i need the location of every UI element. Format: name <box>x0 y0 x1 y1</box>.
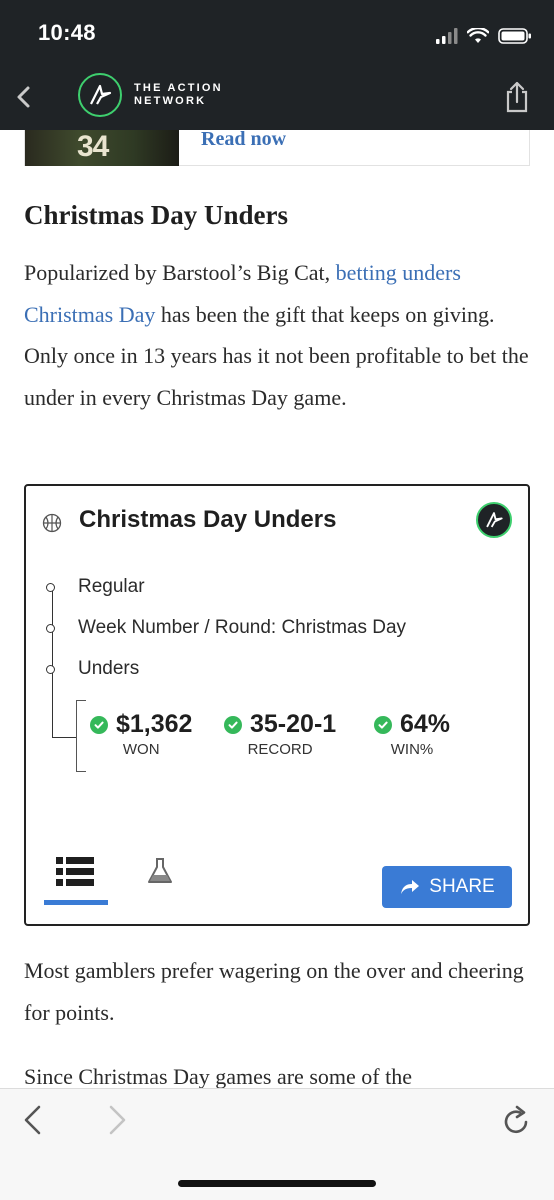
flask-icon[interactable] <box>146 856 174 886</box>
filter-node <box>46 624 55 633</box>
stat-value: $1,362 <box>116 710 193 738</box>
article-paragraph-3: Since Christmas Day games are some of th… <box>24 1064 412 1088</box>
card-title: Christmas Day Unders <box>79 506 337 533</box>
list-icon[interactable] <box>54 854 96 890</box>
share-button-label: SHARE <box>429 876 495 897</box>
action-network-logo <box>78 73 122 117</box>
active-tab-indicator <box>44 900 108 905</box>
stat-label: RECORD <box>247 741 313 758</box>
brand-line-1: THE ACTION <box>134 82 223 94</box>
related-article-card[interactable]: 34 Read now <box>24 130 530 166</box>
brand[interactable]: THE ACTION NETWORK <box>78 73 223 117</box>
stat-label: WON <box>122 741 160 758</box>
filter-node <box>46 665 55 674</box>
article-paragraph-1: Popularized by Barstool’s Big Cat, betti… <box>24 252 530 418</box>
stat-won: $1,362 WON <box>90 710 192 758</box>
read-now-link[interactable]: Read now <box>201 130 286 151</box>
brand-line-2: NETWORK <box>134 95 207 107</box>
stat-value: 64% <box>400 710 451 738</box>
battery-icon <box>498 28 531 44</box>
jersey-number: 34 <box>77 130 109 163</box>
stat-label: WIN% <box>390 741 434 758</box>
back-chevron-icon[interactable] <box>10 80 38 114</box>
related-article-image: 34 <box>25 130 179 166</box>
share-icon[interactable] <box>504 80 530 114</box>
share-arrow-icon <box>401 880 420 894</box>
status-icons <box>436 22 532 44</box>
check-circle-icon <box>374 715 392 734</box>
stat-value: 35-20-1 <box>250 710 337 738</box>
signal-bars-icon <box>436 28 458 44</box>
status-bar: 10:48 <box>0 0 554 64</box>
stat-win-pct: 64% WIN% <box>374 710 450 758</box>
basketball-icon <box>42 513 62 533</box>
paragraph-text: Popularized by Barstool’s Big Cat, <box>24 260 336 285</box>
status-time: 10:48 <box>38 20 96 45</box>
browser-forward-icon[interactable] <box>104 1103 130 1137</box>
filter-bet-type: Unders <box>78 658 140 679</box>
results-bracket <box>76 700 86 772</box>
filter-season-type: Regular <box>78 576 145 597</box>
article-paragraph-2: Most gamblers prefer wagering on the ove… <box>24 958 524 1025</box>
action-network-badge-icon <box>476 502 512 538</box>
browser-back-icon[interactable] <box>20 1103 46 1137</box>
wifi-icon <box>467 28 489 43</box>
home-indicator <box>178 1180 376 1187</box>
filter-node <box>46 583 55 592</box>
section-heading: Christmas Day Unders <box>24 200 289 230</box>
brand-name: THE ACTION NETWORK <box>134 82 223 108</box>
betting-system-card: Christmas Day Unders Regular Week Number… <box>24 484 530 926</box>
share-button[interactable]: SHARE <box>382 866 512 908</box>
article-content: 34 Read now Christmas Day Unders Popular… <box>0 130 554 1088</box>
check-circle-icon <box>90 715 108 734</box>
filter-week-round: Week Number / Round: Christmas Day <box>78 617 407 638</box>
stat-record: 35-20-1 RECORD <box>224 710 336 758</box>
filter-tree-line <box>52 588 76 738</box>
reload-icon[interactable] <box>502 1103 532 1137</box>
app-header: THE ACTION NETWORK <box>0 64 554 130</box>
check-circle-icon <box>224 715 242 734</box>
